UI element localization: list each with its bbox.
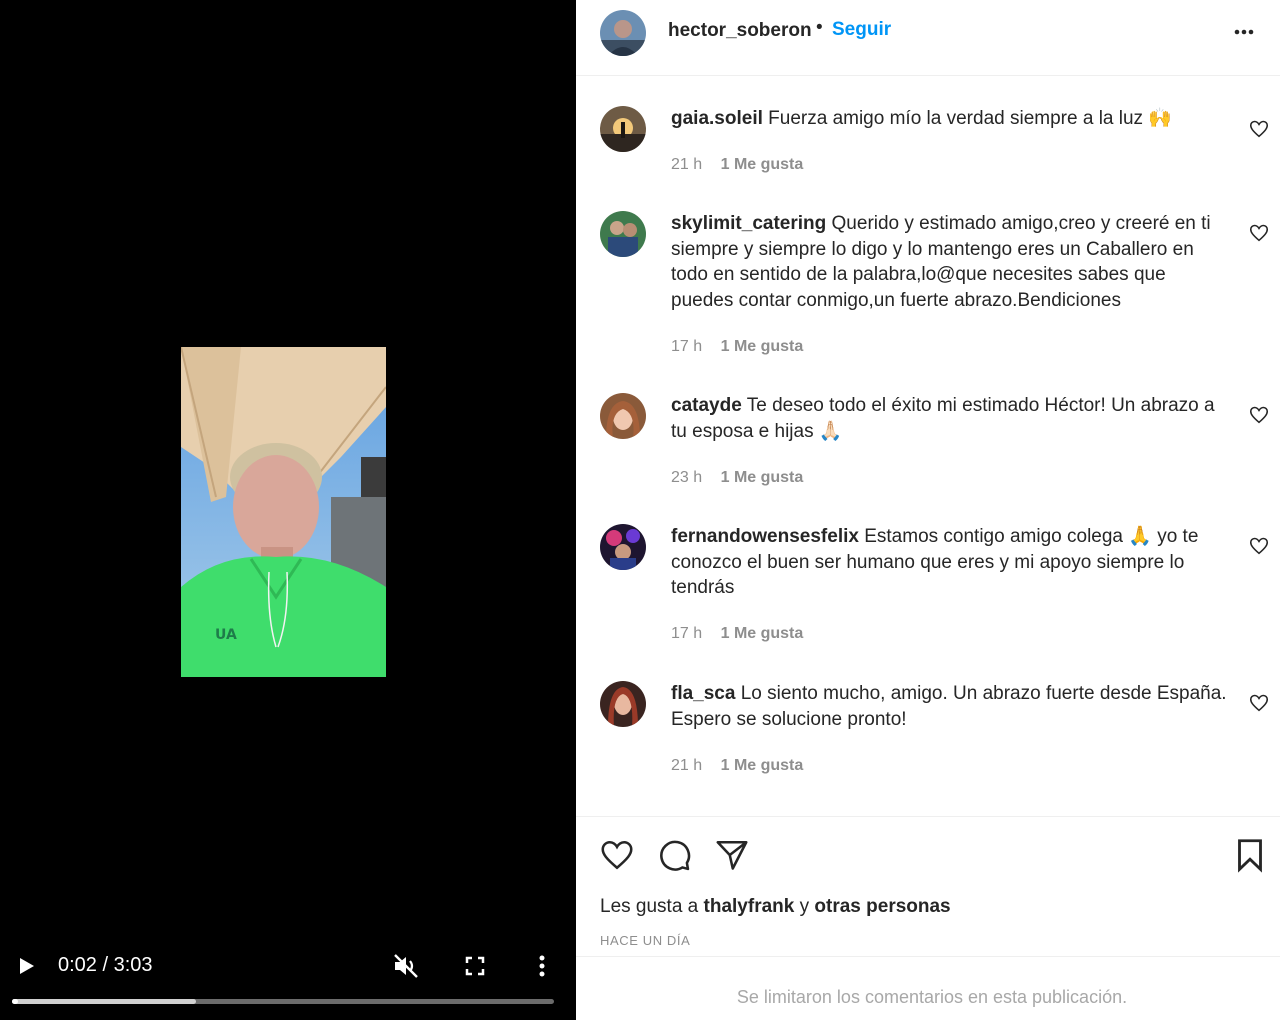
svg-text:UA: UA xyxy=(215,627,237,643)
video-progress-bar[interactable] xyxy=(12,999,554,1004)
likes-join: y xyxy=(799,896,810,917)
comment-like-button[interactable] xyxy=(1248,404,1270,426)
comment-time: 21 h xyxy=(671,156,703,173)
heart-outline-icon xyxy=(1249,406,1269,424)
header-separator: • xyxy=(816,17,823,38)
comment-like-button[interactable] xyxy=(1248,535,1270,557)
comments-limited-notice: Se limitaron los comentarios en esta pub… xyxy=(736,987,1128,1007)
comment-likes-count[interactable]: 1 Me gusta xyxy=(721,469,804,487)
comment-time: 17 h xyxy=(671,625,703,642)
comment-time: 23 h xyxy=(671,469,703,486)
video-player[interactable]: UA 0:02 / 3:03 xyxy=(0,0,576,1020)
author-username[interactable]: hector_soberon xyxy=(668,20,812,42)
comment-username[interactable]: gaia.soleil xyxy=(671,108,763,129)
commenter-avatar[interactable] xyxy=(600,681,646,727)
share-button[interactable] xyxy=(714,837,750,873)
video-more-options-button[interactable] xyxy=(530,950,554,982)
post-options-button[interactable] xyxy=(1232,20,1262,44)
comment-like-button[interactable] xyxy=(1248,118,1270,140)
volume-muted-icon xyxy=(394,954,418,978)
play-icon xyxy=(20,958,34,974)
commenter-avatar-image xyxy=(600,681,646,727)
post-header: hector_soberon • Seguir xyxy=(576,0,1280,76)
comment-like-button[interactable] xyxy=(1248,692,1270,714)
fullscreen-icon xyxy=(465,956,485,976)
commenter-avatar[interactable] xyxy=(600,524,646,570)
likes-prefix: Les gusta a xyxy=(600,896,699,917)
heart-outline-icon xyxy=(1249,224,1269,242)
commenter-avatar[interactable] xyxy=(600,393,646,439)
comment-text-block: gaia.soleil Fuerza amigo mío la verdad s… xyxy=(671,106,1231,132)
save-button[interactable] xyxy=(1232,837,1268,873)
video-time-display: 0:02 / 3:03 xyxy=(58,954,153,977)
post-panel: hector_soberon • Seguir gaia.soleil Fuer… xyxy=(576,0,1280,1020)
comment-likes-count[interactable]: 1 Me gusta xyxy=(721,338,804,356)
more-vertical-icon xyxy=(539,955,545,977)
paper-plane-icon xyxy=(716,840,748,870)
comment-likes-count[interactable]: 1 Me gusta xyxy=(721,625,804,643)
bookmark-icon xyxy=(1238,839,1262,873)
video-buffered-fill xyxy=(12,999,196,1004)
comment-username[interactable]: fla_sca xyxy=(671,683,735,704)
video-frame[interactable]: UA xyxy=(181,347,386,677)
heart-icon xyxy=(601,840,633,870)
fullscreen-button[interactable] xyxy=(460,950,490,982)
video-controls: 0:02 / 3:03 xyxy=(0,940,576,1020)
comment-text-block: fla_sca Lo siento mucho, amigo. Un abraz… xyxy=(671,681,1231,732)
comment-username[interactable]: skylimit_catering xyxy=(671,213,826,234)
post-date[interactable]: HACE UN DÍA xyxy=(600,933,690,948)
comment-text-block: catayde Te deseo todo el éxito mi estima… xyxy=(671,393,1231,444)
comment-time: 21 h xyxy=(671,757,703,774)
video-current-time: 0:02 xyxy=(58,954,97,976)
comment-button[interactable] xyxy=(656,837,692,873)
play-button[interactable] xyxy=(12,952,40,980)
comment-body: Fuerza amigo mío la verdad siempre a la … xyxy=(768,108,1172,129)
comment-meta: 17 h 1 Me gusta xyxy=(671,625,803,643)
author-avatar[interactable] xyxy=(600,10,646,56)
post-actions-bar: Les gusta a thalyfrank y otras personas … xyxy=(576,816,1280,956)
comment-body: Te deseo todo el éxito mi estimado Hécto… xyxy=(671,395,1215,442)
likes-summary: Les gusta a thalyfrank y otras personas xyxy=(600,896,951,918)
commenter-avatar-image xyxy=(600,211,646,257)
commenter-avatar-image xyxy=(600,524,646,570)
heart-outline-icon xyxy=(1249,537,1269,555)
comment-like-button[interactable] xyxy=(1248,222,1270,244)
likes-others-link[interactable]: otras personas xyxy=(814,896,950,917)
heart-outline-icon xyxy=(1249,120,1269,138)
comment-username[interactable]: fernandowensesfelix xyxy=(671,526,859,547)
commenter-avatar[interactable] xyxy=(600,106,646,152)
more-horizontal-icon xyxy=(1234,29,1254,35)
video-still-image: UA xyxy=(181,347,386,677)
commenter-avatar-image xyxy=(600,106,646,152)
comment-meta: 17 h 1 Me gusta xyxy=(671,338,803,356)
comment-meta: 23 h 1 Me gusta xyxy=(671,469,803,487)
video-time-separator: / xyxy=(102,954,109,976)
comment-text-block: fernandowensesfelix Estamos contigo amig… xyxy=(671,524,1231,601)
comment-likes-count[interactable]: 1 Me gusta xyxy=(721,757,804,775)
comment-meta: 21 h 1 Me gusta xyxy=(671,757,803,775)
comment-body: Lo siento mucho, amigo. Un abrazo fuerte… xyxy=(671,683,1227,730)
video-played-fill xyxy=(12,999,18,1004)
mute-button[interactable] xyxy=(390,950,422,982)
comment-meta: 21 h 1 Me gusta xyxy=(671,156,803,174)
commenter-avatar-image xyxy=(600,393,646,439)
author-avatar-image xyxy=(600,10,646,56)
comment-text-block: skylimit_catering Querido y estimado ami… xyxy=(671,211,1231,313)
likes-user-link[interactable]: thalyfrank xyxy=(704,896,795,917)
commenter-avatar[interactable] xyxy=(600,211,646,257)
comment-bubble-icon xyxy=(660,840,691,871)
comment-time: 17 h xyxy=(671,338,703,355)
like-button[interactable] xyxy=(599,837,635,873)
comments-limited-bar: Se limitaron los comentarios en esta pub… xyxy=(576,956,1280,1020)
comment-username[interactable]: catayde xyxy=(671,395,742,416)
comment-likes-count[interactable]: 1 Me gusta xyxy=(721,156,804,174)
follow-button[interactable]: Seguir xyxy=(832,19,891,41)
heart-outline-icon xyxy=(1249,694,1269,712)
video-total-time: 3:03 xyxy=(113,954,153,976)
